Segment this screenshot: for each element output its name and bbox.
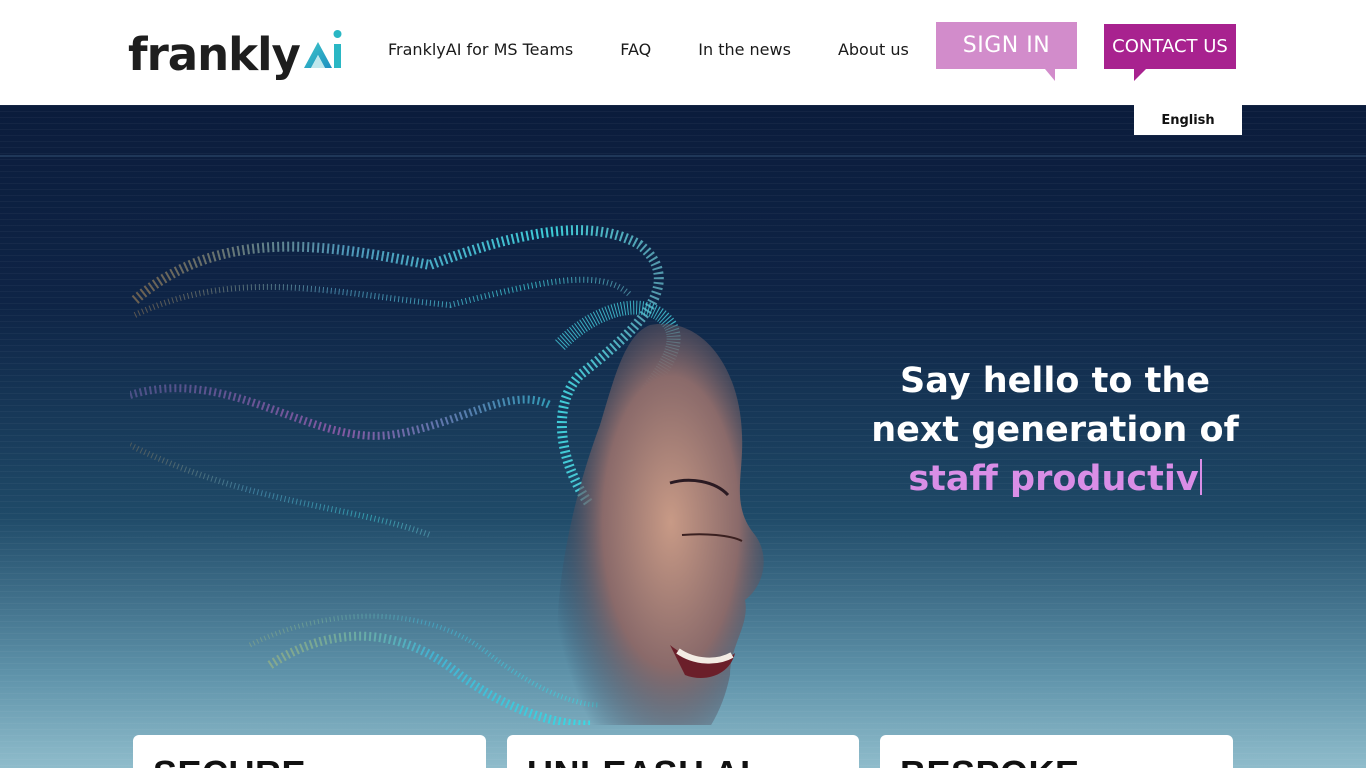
contact-us-button[interactable]: CONTACT US	[1104, 24, 1236, 81]
site-header: frankly FranklyAI for MS Teams FAQ In th…	[0, 0, 1366, 105]
nav-item-in-the-news[interactable]: In the news	[698, 38, 791, 62]
feature-card-unleash-ai[interactable]: UNLEASH AI	[507, 735, 859, 768]
headline-typed-text: staff productiv	[908, 459, 1199, 499]
card-title: BESPOKE	[900, 753, 1080, 768]
logo-ai-mark-icon	[302, 28, 346, 72]
feature-card-bespoke[interactable]: BESPOKE	[880, 735, 1233, 768]
sign-in-button[interactable]: SIGN IN	[936, 22, 1077, 81]
nav-item-ms-teams[interactable]: FranklyAI for MS Teams	[388, 38, 573, 62]
hero-headline: Say hello to the next generation of staf…	[850, 357, 1260, 504]
card-title: SECURE	[153, 753, 306, 768]
typing-caret	[1199, 459, 1202, 495]
hero-section: English Say hello to the next generation…	[0, 105, 1366, 768]
headline-line-2: next generation of	[871, 410, 1239, 450]
logo-wordmark: frankly	[128, 28, 301, 81]
hero-divider	[0, 155, 1366, 157]
nav-item-about-us[interactable]: About us	[838, 38, 909, 62]
card-title: UNLEASH AI	[527, 753, 751, 768]
headline-line-1: Say hello to the	[900, 361, 1210, 401]
franklyai-logo[interactable]: frankly	[128, 26, 346, 82]
feature-card-secure[interactable]: SECURE	[133, 735, 486, 768]
language-selector[interactable]: English	[1134, 105, 1242, 135]
main-nav: FranklyAI for MS Teams FAQ In the news A…	[388, 38, 909, 62]
nav-item-faq[interactable]: FAQ	[620, 38, 651, 62]
woman-face-particle-wave-illustration	[128, 205, 790, 765]
